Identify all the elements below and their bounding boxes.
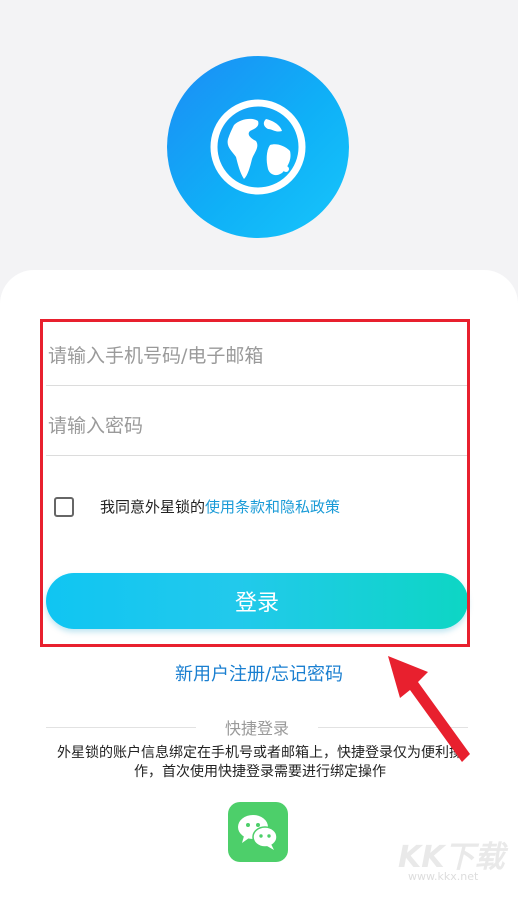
globe-icon bbox=[210, 99, 306, 195]
wechat-icon bbox=[238, 815, 278, 850]
terms-link[interactable]: 使用条款和隐私政策 bbox=[205, 496, 340, 517]
agree-label: 我同意外星锁的 bbox=[100, 498, 206, 516]
agree-checkbox[interactable] bbox=[54, 496, 74, 517]
app-logo bbox=[167, 56, 349, 238]
red-arrow-annotation bbox=[388, 656, 470, 762]
password-input[interactable] bbox=[46, 396, 468, 456]
watermark: KK下载 www.kkx.net bbox=[398, 832, 516, 886]
terms-agreement: 我同意外星锁的 使用条款和隐私政策 bbox=[54, 496, 340, 517]
login-button[interactable]: 登录 bbox=[46, 573, 468, 629]
phone-email-input[interactable] bbox=[46, 326, 468, 386]
wechat-login-button[interactable] bbox=[228, 802, 288, 862]
watermark-url: www.kkx.net bbox=[408, 870, 479, 883]
